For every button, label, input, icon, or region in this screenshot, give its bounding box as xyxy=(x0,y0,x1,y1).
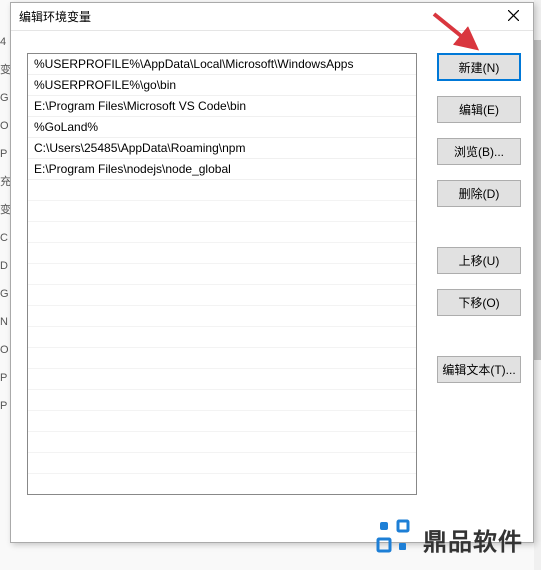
list-item-empty[interactable] xyxy=(28,327,416,348)
watermark-logo-icon xyxy=(373,517,415,562)
delete-button[interactable]: 删除(D) xyxy=(437,180,521,207)
list-item-empty[interactable] xyxy=(28,411,416,432)
list-item-empty[interactable] xyxy=(28,474,416,495)
list-item-empty[interactable] xyxy=(28,243,416,264)
list-item-empty[interactable] xyxy=(28,453,416,474)
button-column: 新建(N) 编辑(E) 浏览(B)... 删除(D) 上移(U) 下移(O) 编… xyxy=(437,53,521,383)
watermark: 鼎品软件 xyxy=(373,517,523,562)
list-item-empty[interactable] xyxy=(28,201,416,222)
edittext-button[interactable]: 编辑文本(T)... xyxy=(437,356,521,383)
moveup-button[interactable]: 上移(U) xyxy=(437,247,521,274)
list-item[interactable]: %GoLand% xyxy=(28,117,416,138)
list-item[interactable]: E:\Program Files\nodejs\node_global xyxy=(28,159,416,180)
close-button[interactable] xyxy=(493,3,533,31)
watermark-text: 鼎品软件 xyxy=(423,522,523,557)
list-item-empty[interactable] xyxy=(28,222,416,243)
list-item-empty[interactable] xyxy=(28,432,416,453)
path-listbox[interactable]: %USERPROFILE%\AppData\Local\Microsoft\Wi… xyxy=(27,53,417,495)
dialog-title: 编辑环境变量 xyxy=(19,8,91,25)
list-item[interactable]: E:\Program Files\Microsoft VS Code\bin xyxy=(28,96,416,117)
movedown-button[interactable]: 下移(O) xyxy=(437,289,521,316)
env-var-dialog: 编辑环境变量 %USERPROFILE%\AppData\Local\Micro… xyxy=(10,2,534,543)
list-item-empty[interactable] xyxy=(28,180,416,201)
list-item-empty[interactable] xyxy=(28,306,416,327)
close-icon xyxy=(508,10,519,24)
list-item-empty[interactable] xyxy=(28,390,416,411)
list-item[interactable]: %USERPROFILE%\go\bin xyxy=(28,75,416,96)
dialog-content: %USERPROFILE%\AppData\Local\Microsoft\Wi… xyxy=(11,31,533,542)
page-scrollbar-thumb[interactable] xyxy=(534,40,541,360)
list-item[interactable]: %USERPROFILE%\AppData\Local\Microsoft\Wi… xyxy=(28,54,416,75)
page-scrollbar[interactable] xyxy=(534,0,541,570)
list-item-empty[interactable] xyxy=(28,369,416,390)
new-button[interactable]: 新建(N) xyxy=(437,53,521,81)
browse-button[interactable]: 浏览(B)... xyxy=(437,138,521,165)
list-item[interactable]: C:\Users\25485\AppData\Roaming\npm xyxy=(28,138,416,159)
list-item-empty[interactable] xyxy=(28,285,416,306)
list-item-empty[interactable] xyxy=(28,264,416,285)
titlebar: 编辑环境变量 xyxy=(11,3,533,31)
edit-button[interactable]: 编辑(E) xyxy=(437,96,521,123)
list-item-empty[interactable] xyxy=(28,348,416,369)
